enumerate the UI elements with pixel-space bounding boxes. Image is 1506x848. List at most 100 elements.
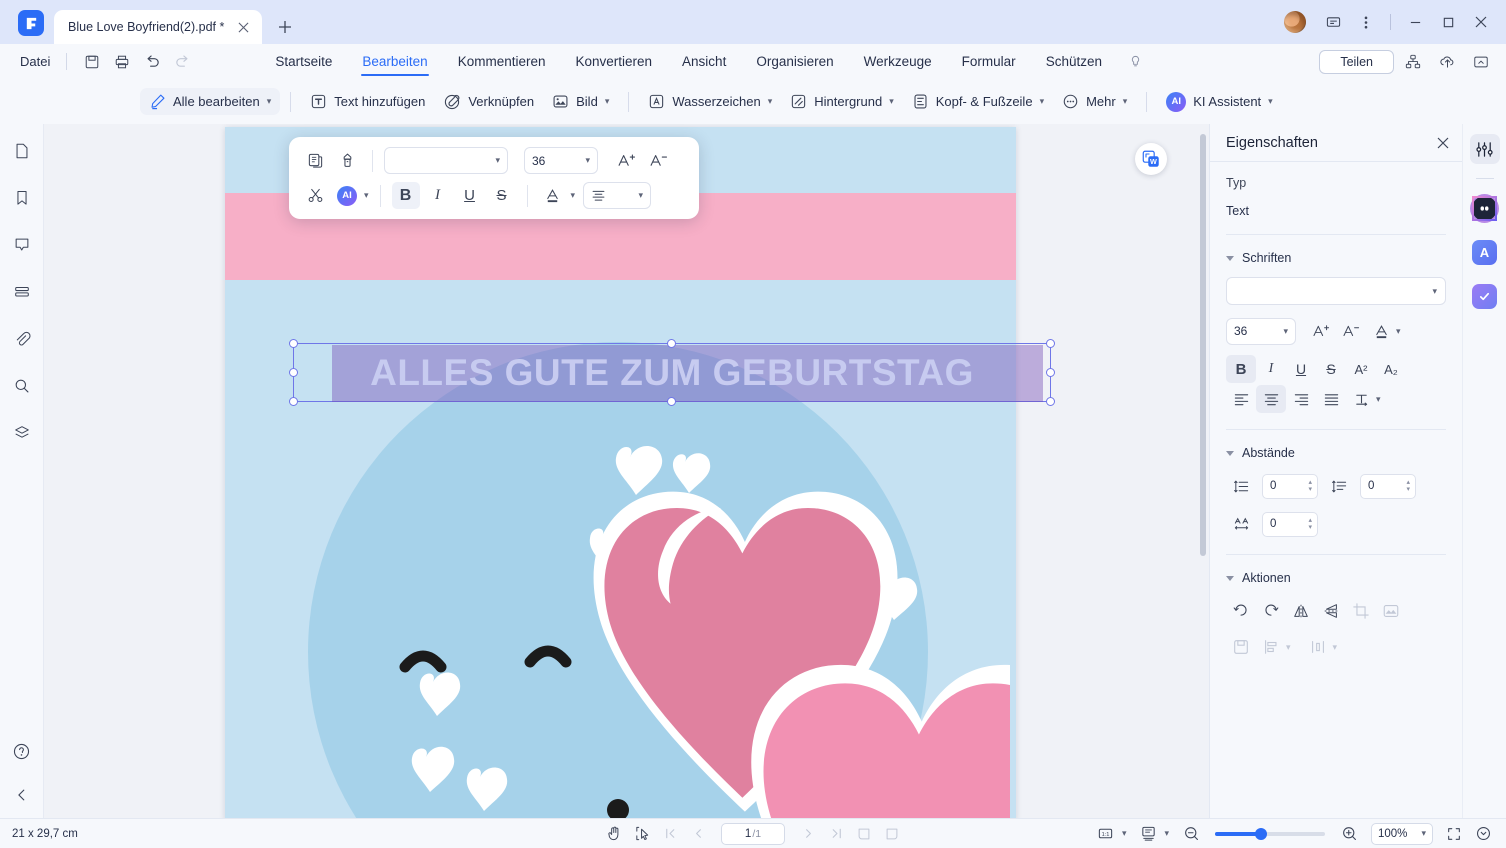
help-icon[interactable] (9, 738, 35, 764)
lightbulb-icon[interactable] (1128, 54, 1143, 69)
chevron-down-icon[interactable]: ▾ (1268, 97, 1273, 106)
tab-close-icon[interactable] (232, 16, 254, 38)
chevron-down-icon[interactable]: ▾ (571, 191, 576, 200)
strikethrough-button[interactable]: S (1316, 355, 1346, 383)
close-button[interactable] (1466, 8, 1496, 36)
resize-handle-bottom-left[interactable] (289, 397, 298, 406)
collapse-ribbon-icon[interactable] (1466, 48, 1496, 76)
zoom-slider-knob[interactable] (1255, 827, 1267, 840)
document-tab[interactable]: Blue Love Boyfriend(2).pdf * (54, 10, 263, 44)
search-icon[interactable] (9, 373, 35, 399)
comment-icon[interactable] (9, 232, 35, 258)
cloud-upload-icon[interactable] (1432, 48, 1462, 76)
format-painter-icon[interactable] (333, 147, 361, 174)
tab-ansicht[interactable]: Ansicht (668, 47, 740, 77)
collapse-sidebar-icon[interactable] (9, 782, 35, 808)
ribbon-bild[interactable]: Bild ▾ (543, 88, 618, 115)
stepper-arrows[interactable]: ▴ ▾ (1308, 517, 1312, 531)
font-color-icon[interactable] (539, 182, 567, 209)
superscript-button[interactable]: A² (1346, 355, 1376, 383)
align-right-button[interactable] (1286, 385, 1316, 413)
vertical-scrollbar[interactable] (1200, 134, 1206, 556)
resize-handle-top-left[interactable] (289, 339, 298, 348)
resize-handle-top-center[interactable] (667, 339, 676, 348)
ribbon-alle-bearbeiten[interactable]: Alle bearbeiten ▾ (140, 88, 281, 115)
attachment-icon[interactable] (9, 326, 35, 352)
zoom-out-icon[interactable] (1178, 822, 1204, 846)
alignment-select[interactable]: ▾ (583, 182, 652, 209)
tab-organisieren[interactable]: Organisieren (742, 47, 847, 77)
chevron-down-icon[interactable]: ▾ (267, 97, 272, 106)
underline-button[interactable]: U (1286, 355, 1316, 383)
select-tool-icon[interactable] (629, 822, 655, 846)
ribbon-wasserzeichen[interactable]: Wasserzeichen ▾ (639, 88, 781, 115)
minimize-button[interactable] (1400, 8, 1430, 36)
zoom-level-select[interactable]: 100% ▾ (1371, 822, 1433, 845)
paragraph-spacing-input[interactable]: 0 ▴ ▾ (1360, 473, 1416, 499)
tab-kommentieren[interactable]: Kommentieren (444, 47, 560, 77)
zoom-in-icon[interactable] (1336, 822, 1362, 846)
increase-font-icon[interactable] (1306, 317, 1336, 345)
chevron-down-icon[interactable]: ▾ (1396, 326, 1401, 336)
ribbon-ki-assistent[interactable]: AI KI Assistent ▾ (1157, 87, 1281, 117)
underline-button[interactable]: U (456, 182, 484, 209)
tab-formular[interactable]: Formular (948, 47, 1030, 77)
ai-robot-icon[interactable] (1470, 193, 1500, 223)
properties-sliders-icon[interactable] (1469, 134, 1500, 164)
thumbnails-icon[interactable] (9, 138, 35, 164)
font-family-select[interactable]: ▾ (384, 147, 508, 174)
italic-button[interactable]: I (1256, 355, 1286, 383)
strikethrough-button[interactable]: S (488, 182, 516, 209)
page-layout-icon[interactable] (1135, 822, 1161, 846)
ribbon-kopf-fusszeile[interactable]: Kopf- & Fußzeile ▾ (903, 88, 1053, 115)
subscript-button[interactable]: A₂ (1376, 355, 1406, 383)
resize-handle-bottom-right[interactable] (1046, 397, 1055, 406)
tab-startseite[interactable]: Startseite (261, 47, 346, 77)
panel-font-family-select[interactable]: ▾ (1226, 277, 1446, 305)
page-number-input[interactable]: 1 /1 (721, 822, 785, 845)
ribbon-text-hinzufuegen[interactable]: Text hinzufügen (301, 88, 434, 115)
chevron-down-icon[interactable]: ▾ (1122, 829, 1127, 838)
align-center-button[interactable] (1256, 385, 1286, 413)
single-page-view-icon[interactable] (851, 822, 877, 846)
scissors-icon[interactable] (301, 182, 329, 209)
stepper-arrows[interactable]: ▴ ▾ (1406, 479, 1410, 493)
undo-icon[interactable] (137, 49, 167, 75)
translate-icon[interactable]: A (1470, 237, 1500, 267)
bold-button[interactable]: B (391, 182, 420, 209)
character-spacing-input[interactable]: 0 ▴ ▾ (1262, 511, 1318, 537)
copy-icon[interactable] (301, 147, 329, 174)
share-network-icon[interactable] (1398, 48, 1428, 76)
bold-button[interactable]: B (1226, 355, 1256, 383)
ribbon-hintergrund[interactable]: Hintergrund ▾ (781, 88, 902, 115)
resize-handle-bottom-center[interactable] (667, 397, 676, 406)
menu-datei[interactable]: Datei (14, 51, 56, 72)
align-left-button[interactable] (1226, 385, 1256, 413)
panel-font-size-select[interactable]: 36 ▾ (1226, 317, 1296, 345)
resize-handle-top-right[interactable] (1046, 339, 1055, 348)
document-canvas[interactable]: ▾ 36 ▾ AI ▾ B I U S ▾ ▾ ALLES GUTE ZUM G… (44, 124, 1209, 818)
chevron-down-icon[interactable]: ▾ (1040, 97, 1045, 106)
zoom-slider[interactable] (1215, 827, 1325, 840)
new-tab-icon[interactable] (274, 16, 296, 38)
rotate-right-icon[interactable] (1256, 597, 1286, 625)
chevron-down-icon[interactable]: ▾ (768, 97, 773, 106)
section-schriften[interactable]: Schriften (1226, 251, 1446, 265)
facing-page-view-icon[interactable] (879, 822, 905, 846)
hand-tool-icon[interactable] (601, 822, 627, 846)
flip-horizontal-icon[interactable] (1286, 597, 1316, 625)
text-direction-button[interactable] (1346, 385, 1376, 413)
chevron-down-icon[interactable]: ▾ (1164, 829, 1169, 838)
tab-werkzeuge[interactable]: Werkzeuge (850, 47, 946, 77)
section-abstaende[interactable]: Abstände (1226, 446, 1446, 460)
chevron-down-icon[interactable]: ▾ (1376, 394, 1381, 404)
align-justify-button[interactable] (1316, 385, 1346, 413)
convert-to-word-button[interactable]: W (1135, 143, 1167, 175)
ribbon-mehr[interactable]: Mehr ▾ (1053, 88, 1136, 115)
actual-size-icon[interactable]: 1:1 (1093, 822, 1119, 846)
font-color-icon[interactable] (1366, 317, 1396, 345)
user-avatar[interactable] (1284, 11, 1306, 33)
chevron-down-icon[interactable]: ▾ (605, 97, 610, 106)
text-selection-box[interactable]: ALLES GUTE ZUM GEBURTSTAG (289, 339, 1055, 406)
document-title-text[interactable]: ALLES GUTE ZUM GEBURTSTAG (294, 344, 1050, 401)
